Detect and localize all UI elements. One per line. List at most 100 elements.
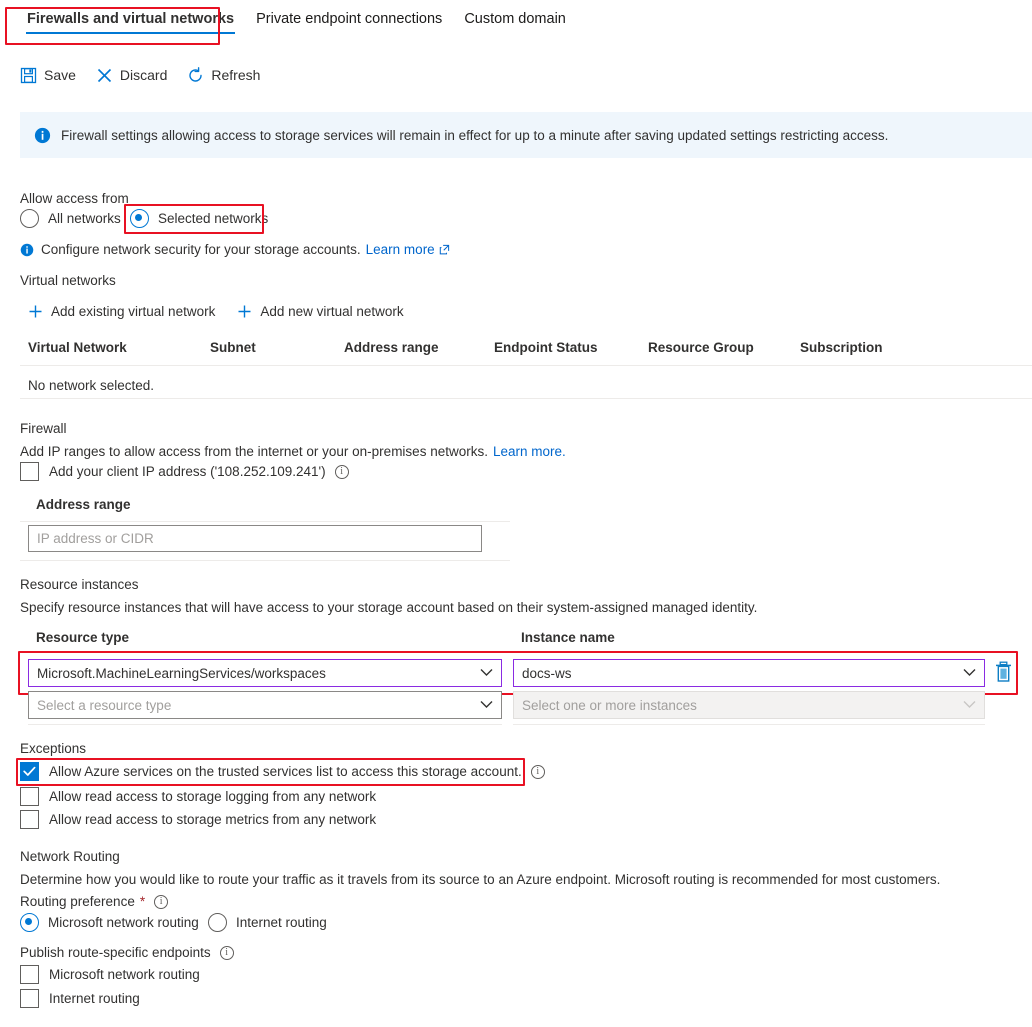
info-banner: Firewall settings allowing access to sto… — [20, 112, 1032, 158]
firewall-learn-more-link[interactable]: Learn more. — [493, 444, 566, 459]
publish-internet-routing-checkbox[interactable] — [20, 989, 39, 1008]
learn-more-link[interactable]: Learn more — [366, 242, 435, 257]
exception-storage-metrics-checkbox[interactable] — [20, 810, 39, 829]
firewall-title: Firewall — [20, 421, 67, 436]
plus-icon — [237, 304, 252, 319]
save-button[interactable]: Save — [20, 67, 76, 84]
table-bottom-divider — [20, 398, 1032, 399]
network-routing-title: Network Routing — [20, 849, 120, 864]
firewalls-and-virtual-networks-page: Firewalls and virtual networks Private e… — [0, 0, 1032, 1027]
radio-microsoft-network-routing[interactable]: Microsoft network routing — [20, 913, 199, 932]
column-header-resource-group: Resource Group — [648, 340, 754, 355]
exception-trusted-services-checkbox[interactable] — [20, 762, 39, 781]
table-header-row: Virtual Network Subnet Address range End… — [20, 336, 1032, 366]
add-client-ip-checkbox-row[interactable]: Add your client IP address ('108.252.109… — [20, 462, 349, 481]
resource-type-dropdown-row-2[interactable]: Select a resource type — [28, 691, 502, 719]
radio-selected-networks-control[interactable] — [130, 209, 149, 228]
save-icon — [20, 67, 37, 84]
resource-type-value-row-2: Select a resource type — [37, 697, 172, 713]
publish-internet-routing-row[interactable]: Internet routing — [20, 989, 140, 1008]
address-range-placeholder: IP address or CIDR — [37, 531, 154, 546]
network-routing-description: Determine how you would like to route yo… — [20, 872, 941, 887]
resource-type-dropdown-row-1[interactable]: Microsoft.MachineLearningServices/worksp… — [28, 659, 502, 687]
add-new-virtual-network-button[interactable]: Add new virtual network — [237, 304, 404, 319]
resource-type-value-row-1: Microsoft.MachineLearningServices/worksp… — [37, 665, 326, 681]
tab-custom-domain[interactable]: Custom domain — [453, 0, 577, 36]
instance-name-dropdown-row-1[interactable]: docs-ws — [513, 659, 985, 687]
radio-microsoft-network-routing-label: Microsoft network routing — [48, 915, 199, 930]
table-empty-message: No network selected. — [28, 378, 155, 393]
instance-name-column-label: Instance name — [521, 630, 615, 645]
tab-firewalls-and-virtual-networks[interactable]: Firewalls and virtual networks — [16, 0, 245, 36]
close-icon — [96, 67, 113, 84]
radio-selected-networks[interactable]: Selected networks — [130, 209, 268, 228]
publish-microsoft-network-routing-checkbox[interactable] — [20, 965, 39, 984]
external-link-icon — [439, 244, 450, 255]
exceptions-title: Exceptions — [20, 741, 87, 756]
plus-icon — [28, 304, 43, 319]
discard-button[interactable]: Discard — [96, 67, 167, 84]
chevron-down-icon — [480, 699, 493, 711]
allow-access-from-title: Allow access from — [20, 191, 129, 206]
address-range-label: Address range — [36, 497, 131, 512]
add-existing-virtual-network-button[interactable]: Add existing virtual network — [28, 304, 215, 319]
add-existing-virtual-network-label: Add existing virtual network — [51, 304, 216, 319]
tab-label: Private endpoint connections — [256, 11, 443, 27]
chevron-down-icon — [963, 667, 976, 679]
add-new-virtual-network-label: Add new virtual network — [260, 304, 404, 319]
info-tooltip-icon[interactable]: i — [334, 464, 349, 479]
info-tooltip-icon[interactable]: i — [219, 945, 234, 960]
resource-instances-bottom-divider-right — [513, 724, 985, 725]
tab-label: Custom domain — [464, 11, 566, 27]
info-banner-text: Firewall settings allowing access to sto… — [61, 127, 889, 143]
instance-name-value-row-2: Select one or more instances — [522, 697, 697, 713]
command-bar: Save Discard Refresh — [20, 58, 260, 92]
discard-label: Discard — [119, 67, 168, 83]
info-tooltip-icon[interactable]: i — [530, 764, 545, 779]
trash-icon — [994, 661, 1013, 683]
required-marker: * — [139, 894, 146, 909]
address-range-top-divider — [20, 521, 510, 522]
tab-private-endpoint-connections[interactable]: Private endpoint connections — [245, 0, 453, 36]
publish-endpoints-label: Publish route-specific endpoints — [20, 945, 211, 960]
resource-instances-title: Resource instances — [20, 577, 139, 592]
radio-selected-networks-label: Selected networks — [158, 211, 269, 226]
address-range-bottom-divider — [20, 560, 510, 561]
firewall-description-text: Add IP ranges to allow access from the i… — [20, 444, 488, 459]
column-header-subscription: Subscription — [800, 340, 883, 355]
exception-storage-logging-row[interactable]: Allow read access to storage logging fro… — [20, 787, 376, 806]
publish-internet-routing-label: Internet routing — [49, 991, 140, 1006]
tab-bar: Firewalls and virtual networks Private e… — [0, 0, 1032, 48]
add-client-ip-label: Add your client IP address ('108.252.109… — [49, 464, 326, 479]
virtual-networks-table: Virtual Network Subnet Address range End… — [20, 336, 1032, 405]
add-client-ip-checkbox[interactable] — [20, 462, 39, 481]
info-tooltip-icon[interactable]: i — [154, 894, 169, 909]
instance-name-dropdown-row-2: Select one or more instances — [513, 691, 985, 719]
radio-all-networks[interactable]: All networks — [20, 209, 121, 228]
publish-endpoints-label-row: Publish route-specific endpoints i — [20, 945, 234, 960]
radio-all-networks-label: All networks — [48, 211, 121, 226]
radio-internet-routing-control[interactable] — [208, 913, 227, 932]
radio-internet-routing-label: Internet routing — [236, 915, 327, 930]
info-icon — [34, 127, 51, 144]
column-header-virtual-network: Virtual Network — [28, 340, 127, 355]
exception-storage-logging-label: Allow read access to storage logging fro… — [49, 789, 377, 804]
radio-internet-routing[interactable]: Internet routing — [208, 913, 327, 932]
exception-trusted-services-row[interactable]: Allow Azure services on the trusted serv… — [20, 762, 545, 781]
publish-microsoft-network-routing-label: Microsoft network routing — [49, 967, 200, 982]
exception-storage-logging-checkbox[interactable] — [20, 787, 39, 806]
virtual-networks-title: Virtual networks — [20, 273, 116, 288]
chevron-down-icon — [963, 699, 976, 711]
publish-microsoft-network-routing-row[interactable]: Microsoft network routing — [20, 965, 200, 984]
exception-storage-metrics-row[interactable]: Allow read access to storage metrics fro… — [20, 810, 376, 829]
firewall-description: Add IP ranges to allow access from the i… — [20, 444, 566, 459]
radio-microsoft-network-routing-control[interactable] — [20, 913, 39, 932]
column-header-address-range: Address range — [344, 340, 439, 355]
delete-resource-instance-button-row-1[interactable] — [994, 661, 1013, 688]
refresh-button[interactable]: Refresh — [187, 66, 261, 84]
refresh-label: Refresh — [211, 67, 261, 83]
address-range-input[interactable]: IP address or CIDR — [28, 525, 482, 552]
refresh-icon — [187, 66, 204, 84]
radio-all-networks-control[interactable] — [20, 209, 39, 228]
network-security-note-text: Configure network security for your stor… — [41, 242, 361, 257]
